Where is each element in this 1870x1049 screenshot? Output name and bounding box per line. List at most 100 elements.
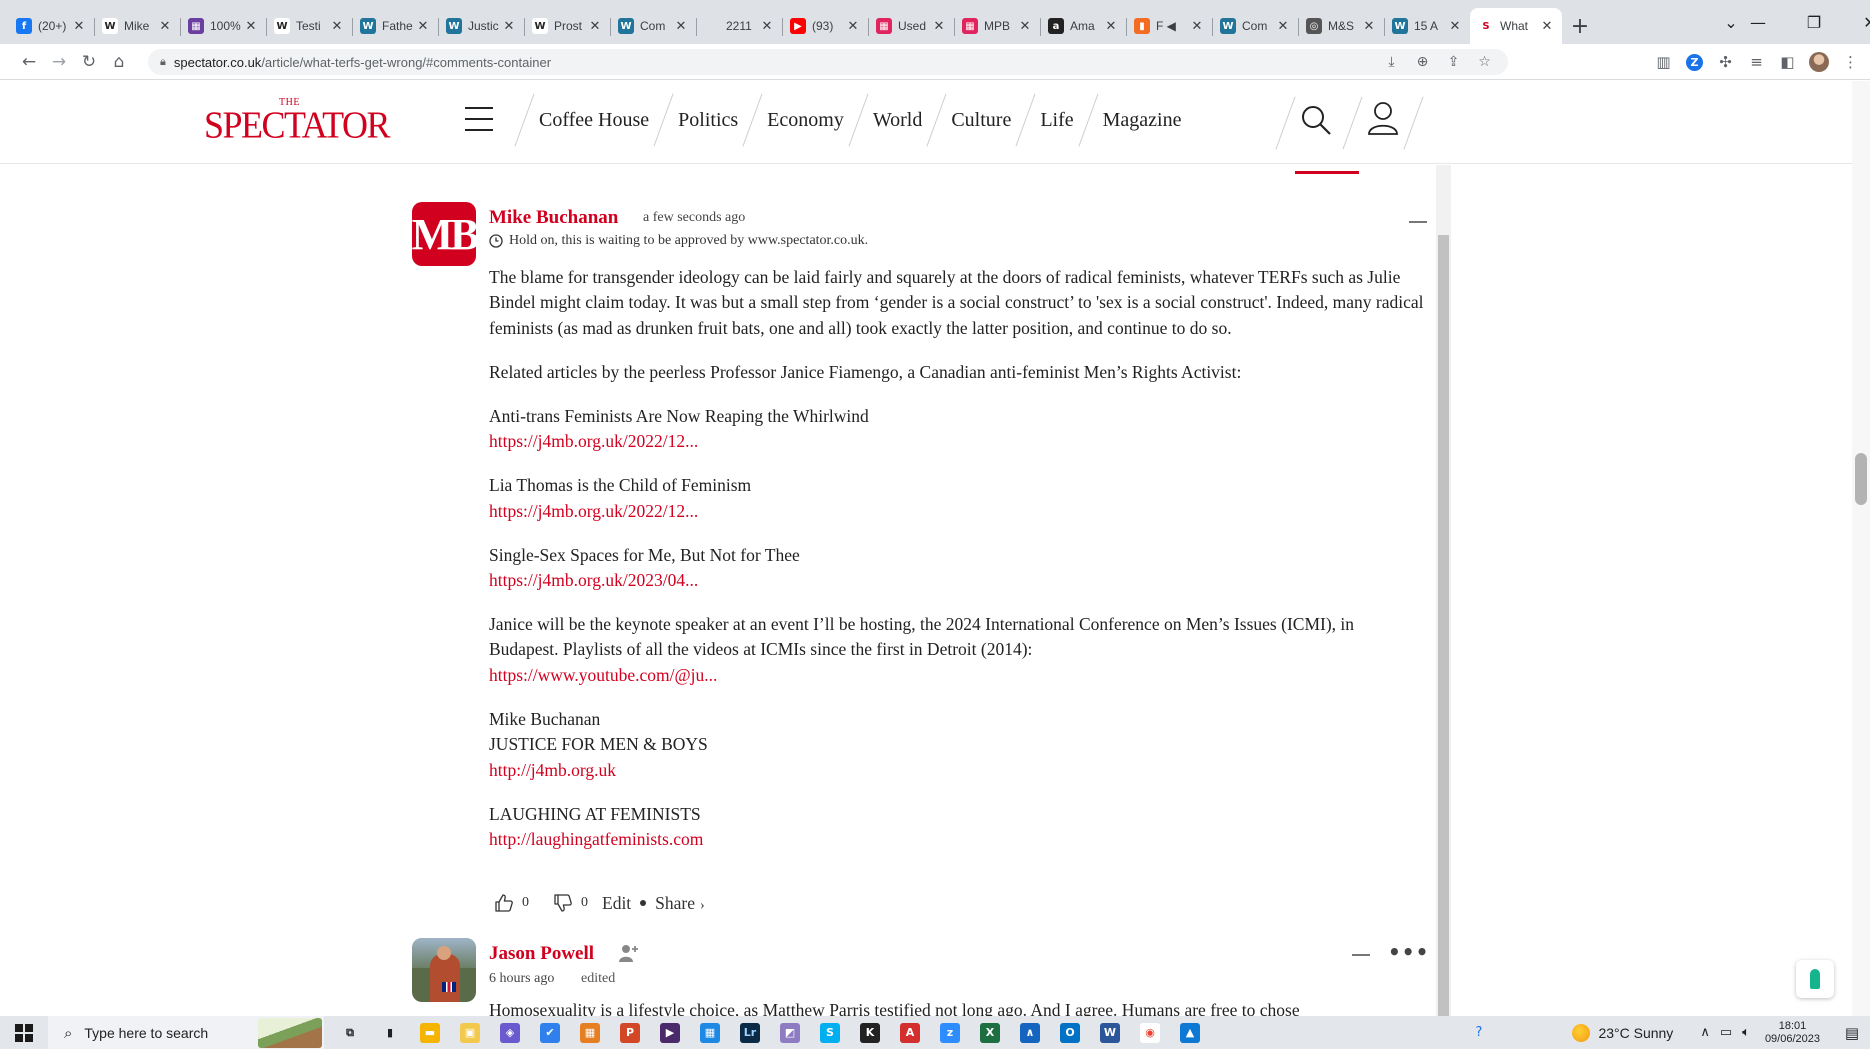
- taskbar-app-6[interactable]: ▦: [570, 1016, 610, 1049]
- tray-chevron-icon[interactable]: ∧: [1700, 1025, 1710, 1040]
- share-page-icon[interactable]: ⇪: [1438, 54, 1469, 70]
- tab-close-icon[interactable]: ✕: [244, 19, 258, 34]
- tab-close-icon[interactable]: ✕: [1190, 19, 1204, 34]
- taskbar-app-12[interactable]: S: [810, 1016, 850, 1049]
- tab-close-icon[interactable]: ✕: [760, 19, 774, 34]
- nav-item-politics[interactable]: Politics: [678, 109, 738, 132]
- comment-link[interactable]: https://j4mb.org.uk/2022/12...: [489, 431, 698, 451]
- nav-item-culture[interactable]: Culture: [951, 109, 1011, 132]
- hamburger-menu-icon[interactable]: [465, 106, 493, 132]
- browser-tab[interactable]: W 15 A ✕: [1384, 8, 1470, 44]
- tab-close-icon[interactable]: ✕: [416, 19, 430, 34]
- browser-tab[interactable]: W Com ✕: [1212, 8, 1298, 44]
- taskbar-app-13[interactable]: K: [850, 1016, 890, 1049]
- page-scrollbar-thumb[interactable]: [1855, 453, 1867, 505]
- accessibility-widget-button[interactable]: [1796, 960, 1834, 998]
- new-tab-button[interactable]: +: [1562, 8, 1598, 44]
- share-button[interactable]: Share ›: [655, 893, 705, 914]
- comment-author[interactable]: Mike Buchanan: [489, 207, 618, 229]
- browser-tab[interactable]: ▮ F ◀ ✕: [1126, 8, 1212, 44]
- extension-bin-icon[interactable]: ▥: [1648, 53, 1679, 71]
- address-bar[interactable]: 🔒︎ spectator.co.uk/article/what-terfs-ge…: [148, 49, 1508, 75]
- tab-close-icon[interactable]: ✕: [330, 19, 344, 34]
- tab-close-icon[interactable]: ✕: [932, 19, 946, 34]
- tab-close-icon[interactable]: ✕: [1362, 19, 1376, 34]
- tab-close-icon[interactable]: ✕: [588, 19, 602, 34]
- taskbar-app-21[interactable]: ▲: [1170, 1016, 1210, 1049]
- browser-tab[interactable]: 2211 ✕: [696, 8, 782, 44]
- taskbar-app-7[interactable]: P: [610, 1016, 650, 1049]
- back-icon[interactable]: ←: [14, 52, 44, 72]
- weather-sun-icon[interactable]: [1572, 1023, 1591, 1042]
- browser-tab[interactable]: ▦ Used ✕: [868, 8, 954, 44]
- taskbar-app-2[interactable]: ▬: [410, 1016, 450, 1049]
- nav-item-economy[interactable]: Economy: [767, 109, 844, 132]
- minimize-button[interactable]: —: [1730, 13, 1786, 32]
- comment-link[interactable]: https://j4mb.org.uk/2022/12...: [489, 501, 698, 521]
- battery-icon[interactable]: ▭: [1720, 1025, 1732, 1040]
- follow-user-icon[interactable]: [618, 943, 640, 963]
- comment-link[interactable]: http://j4mb.org.uk: [489, 760, 616, 780]
- comment-link[interactable]: http://laughingatfeminists.com: [489, 829, 703, 849]
- comments-scrollbar-thumb[interactable]: [1438, 235, 1449, 1016]
- tab-close-icon[interactable]: ✕: [1018, 19, 1032, 34]
- taskbar-app-20[interactable]: ◉: [1130, 1016, 1170, 1049]
- extension-z-icon[interactable]: Z: [1686, 53, 1703, 71]
- browser-tab[interactable]: W Mike ✕: [94, 8, 180, 44]
- page-scrollbar[interactable]: [1852, 81, 1870, 1016]
- home-icon[interactable]: ⌂: [104, 52, 134, 72]
- start-button[interactable]: [0, 1016, 48, 1049]
- browser-tab[interactable]: W Fathe ✕: [352, 8, 438, 44]
- more-options-icon[interactable]: •••: [1388, 940, 1429, 964]
- taskbar-app-16[interactable]: X: [970, 1016, 1010, 1049]
- browser-tab[interactable]: ◎ M&S ✕: [1298, 8, 1384, 44]
- comment-link[interactable]: https://j4mb.org.uk/2023/04...: [489, 570, 698, 590]
- tab-active[interactable]: S What ✕: [1470, 8, 1562, 44]
- taskbar-app-9[interactable]: ▦: [690, 1016, 730, 1049]
- forward-icon[interactable]: →: [44, 52, 74, 72]
- tab-close-icon[interactable]: ✕: [72, 19, 86, 34]
- tab-close-icon[interactable]: ✕: [674, 19, 688, 34]
- tab-close-icon[interactable]: ✕: [1540, 19, 1554, 34]
- taskbar-app-10[interactable]: Lr: [730, 1016, 770, 1049]
- taskbar-app-17[interactable]: ∧: [1010, 1016, 1050, 1049]
- tab-close-icon[interactable]: ✕: [158, 19, 172, 34]
- browser-tab[interactable]: W Testi ✕: [266, 8, 352, 44]
- browser-tab[interactable]: ▶ (93) ✕: [782, 8, 868, 44]
- comments-scrollbar[interactable]: [1436, 165, 1451, 1016]
- comment-timestamp[interactable]: a few seconds ago: [643, 210, 745, 226]
- comment-timestamp[interactable]: 6 hours ago: [489, 971, 554, 987]
- install-icon[interactable]: ⤓: [1376, 54, 1407, 70]
- thumbs-up-icon[interactable]: [494, 893, 514, 913]
- taskbar-app-3[interactable]: ▣: [450, 1016, 490, 1049]
- taskbar-clock[interactable]: 18:01 09/06/2023: [1765, 1020, 1820, 1046]
- nav-item-magazine[interactable]: Magazine: [1103, 109, 1182, 132]
- close-window-button[interactable]: ✕: [1842, 13, 1870, 32]
- lock-icon[interactable]: 🔒︎: [160, 55, 166, 69]
- nav-item-coffee-house[interactable]: Coffee House: [539, 109, 649, 132]
- browser-tab[interactable]: ▦ 100% ✕: [180, 8, 266, 44]
- tab-close-icon[interactable]: ✕: [1104, 19, 1118, 34]
- profile-avatar[interactable]: [1809, 52, 1829, 72]
- search-icon[interactable]: [1300, 104, 1332, 136]
- tab-close-icon[interactable]: ✕: [846, 19, 860, 34]
- browser-tab[interactable]: W Justic ✕: [438, 8, 524, 44]
- comment-author[interactable]: Jason Powell: [489, 943, 594, 965]
- volume-icon[interactable]: 🔈︎: [1742, 1025, 1750, 1040]
- edit-button[interactable]: Edit: [602, 893, 631, 914]
- taskbar-app-19[interactable]: W: [1090, 1016, 1130, 1049]
- tab-close-icon[interactable]: ✕: [1276, 19, 1290, 34]
- taskbar-app-14[interactable]: A: [890, 1016, 930, 1049]
- restore-button[interactable]: ❐: [1786, 13, 1842, 32]
- notifications-icon[interactable]: ▤: [1834, 1024, 1870, 1042]
- nav-item-world[interactable]: World: [873, 109, 923, 132]
- nav-item-life[interactable]: Life: [1040, 109, 1073, 132]
- tab-close-icon[interactable]: ✕: [502, 19, 516, 34]
- thumbs-down-icon[interactable]: [553, 893, 573, 913]
- side-panel-icon[interactable]: ◧: [1772, 53, 1803, 71]
- browser-tab[interactable]: W Prost ✕: [524, 8, 610, 44]
- bookmark-star-icon[interactable]: ☆: [1469, 54, 1500, 70]
- taskbar-search[interactable]: ⌕ Type here to search: [48, 1016, 324, 1049]
- reload-icon[interactable]: ↻: [74, 52, 104, 72]
- help-icon[interactable]: ?: [1476, 1025, 1483, 1040]
